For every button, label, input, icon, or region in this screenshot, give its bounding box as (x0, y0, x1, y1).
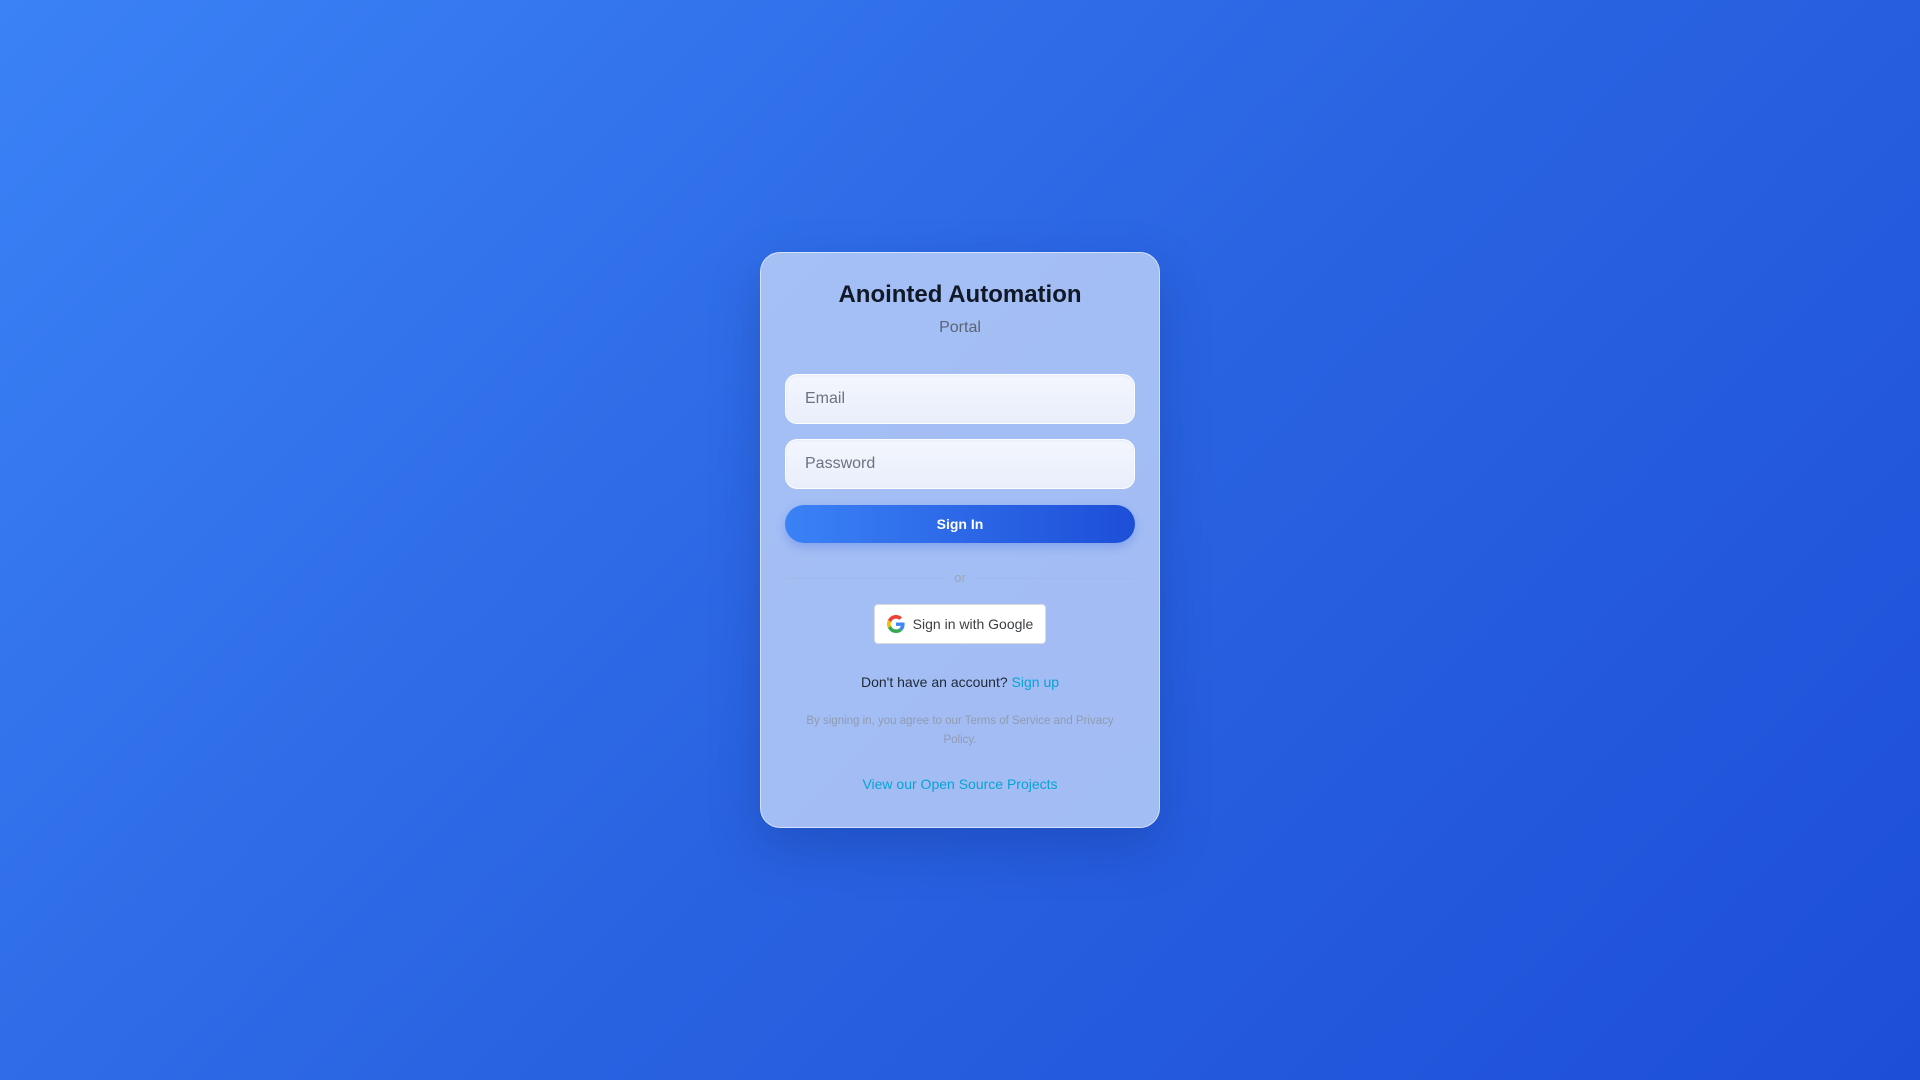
login-card: Anointed Automation Portal Sign In or Si… (760, 252, 1160, 828)
terms-notice: By signing in, you agree to our Terms of… (806, 715, 1114, 746)
google-g-icon (886, 615, 905, 633)
google-sign-in-button[interactable]: Sign in with Google (873, 604, 1047, 644)
open-source-projects-link[interactable]: View our Open Source Projects (862, 776, 1057, 792)
app-title: Anointed Automation (838, 281, 1082, 308)
divider-line-right (975, 578, 1135, 579)
divider-line-left (785, 578, 945, 579)
signup-row: Don't have an account? Sign up (785, 672, 1135, 692)
signup-prompt: Don't have an account? (860, 674, 1012, 690)
divider-label: or (954, 570, 966, 585)
password-input[interactable] (785, 439, 1135, 489)
email-input[interactable] (785, 374, 1135, 424)
or-divider: or (785, 569, 1135, 587)
google-button-label: Sign in with Google (912, 616, 1034, 632)
sign-in-button[interactable]: Sign In (785, 505, 1135, 543)
app-subtitle: Portal (939, 319, 981, 336)
sign-up-link[interactable]: Sign up (1012, 674, 1059, 690)
